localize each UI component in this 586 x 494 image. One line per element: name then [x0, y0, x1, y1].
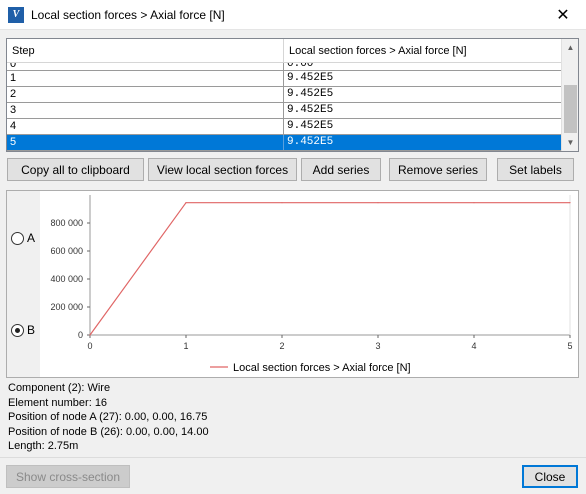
table-row[interactable]: 0 0.00 — [7, 63, 562, 71]
cell-step: 5 — [7, 135, 284, 150]
x-tick-label: 5 — [567, 341, 572, 351]
view-local-section-forces-button[interactable]: View local section forces — [148, 158, 297, 181]
data-point — [281, 202, 283, 204]
window-title: Local section forces > Axial force [N] — [31, 7, 225, 22]
footer-divider — [0, 457, 586, 458]
table-body: 0 0.00 1 9.452E5 2 9.452E5 3 9.452E5 4 9… — [7, 63, 562, 151]
component-text: Component (2): Wire — [8, 382, 111, 394]
data-table[interactable]: Step Local section forces > Axial force … — [6, 38, 579, 152]
show-cross-section-button[interactable]: Show cross-section — [6, 465, 130, 488]
cell-value: 9.452E5 — [284, 87, 562, 102]
title-bar: V Local section forces > Axial force [N]… — [0, 0, 586, 30]
node-b-position-text: Position of node B (26): 0.00, 0.00, 14.… — [8, 425, 209, 438]
element-info: Component (2): Wire Element number: 16 P… — [8, 381, 209, 454]
remove-series-button[interactable]: Remove series — [389, 158, 487, 181]
data-point — [89, 334, 91, 336]
scrollbar-thumb[interactable] — [564, 85, 577, 133]
table-row[interactable]: 2 9.452E5 — [7, 87, 562, 103]
chart-panel: A B 0 200 000 400 000 600 000 800 000 0 1 2 3 4 5 L… — [6, 190, 579, 378]
cell-step: 0 — [7, 63, 284, 70]
scroll-up-icon[interactable]: ▲ — [562, 39, 578, 56]
cell-step: 2 — [7, 87, 284, 102]
cell-value: 9.452E5 — [284, 71, 562, 86]
x-tick-label: 3 — [375, 341, 380, 351]
app-logo-icon: V — [8, 6, 24, 23]
data-point — [569, 202, 571, 204]
window-close-icon[interactable]: ✕ — [540, 0, 586, 30]
data-point — [185, 202, 187, 204]
node-a-position-text: Position of node A (27): 0.00, 0.00, 16.… — [8, 411, 208, 423]
column-header-value[interactable]: Local section forces > Axial force [N] — [284, 39, 562, 63]
y-tick-label: 600 000 — [50, 246, 83, 256]
element-number-text: Element number: 16 — [8, 396, 108, 409]
y-tick-label: 200 000 — [50, 302, 83, 312]
copy-all-button[interactable]: Copy all to clipboard — [7, 158, 144, 181]
table-header: Step Local section forces > Axial force … — [7, 39, 562, 63]
y-tick-label: 400 000 — [50, 274, 83, 284]
x-tick-label: 2 — [279, 341, 284, 351]
x-tick-label: 4 — [471, 341, 476, 351]
table-row[interactable]: 3 9.452E5 — [7, 103, 562, 119]
cell-step: 3 — [7, 103, 284, 118]
length-text: Length: 2.75m — [8, 440, 79, 452]
column-header-step[interactable]: Step — [7, 39, 284, 63]
scroll-down-icon[interactable]: ▼ — [562, 134, 578, 151]
series-line — [89, 202, 570, 336]
x-tick-label: 1 — [183, 341, 188, 351]
cell-value: 9.452E5 — [284, 103, 562, 118]
line-chart: 0 200 000 400 000 600 000 800 000 0 1 2 3 4 5 Local… — [50, 195, 573, 374]
legend-label: Local section forces > Axial force [N] — [233, 362, 411, 374]
cell-value: 9.452E5 — [284, 135, 562, 150]
table-row[interactable]: 4 9.452E5 — [7, 119, 562, 135]
cell-step: 1 — [7, 71, 284, 86]
cell-value: 9.452E5 — [284, 119, 562, 134]
table-scrollbar[interactable]: ▲ ▼ — [561, 39, 578, 151]
add-series-button[interactable]: Add series — [301, 158, 381, 181]
close-button[interactable]: Close — [522, 465, 578, 488]
table-row[interactable]: 1 9.452E5 — [7, 71, 562, 87]
table-row-selected[interactable]: 5 9.452E5 — [7, 135, 562, 151]
cell-step: 4 — [7, 119, 284, 134]
cell-value: 0.00 — [284, 63, 562, 70]
x-tick-label: 0 — [87, 341, 92, 351]
action-button-row: Copy all to clipboard View local section… — [0, 158, 586, 182]
y-tick-label: 0 — [78, 330, 83, 340]
y-tick-label: 800 000 — [50, 218, 83, 228]
set-labels-button[interactable]: Set labels — [497, 158, 574, 181]
data-point — [473, 202, 475, 204]
data-point — [377, 202, 379, 204]
